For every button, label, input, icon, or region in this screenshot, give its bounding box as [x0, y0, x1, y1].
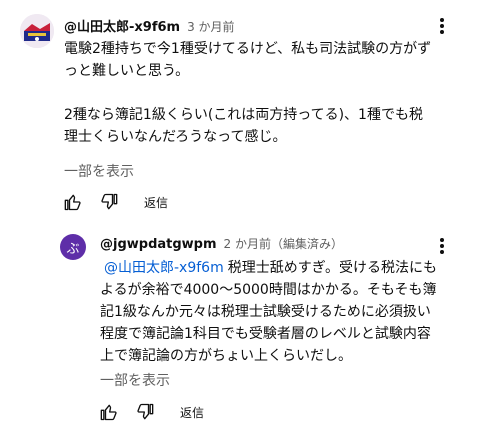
comment-line: 程度で簿記論1科目でも受験者層のレベルと試験内容 [100, 326, 431, 342]
comment-line: 理士くらいなんだろうなって感じ。 [64, 129, 287, 145]
comment-line: 電験2種持ちで今1種受けてるけど、私も司法試験の方がず [64, 41, 432, 57]
show-more-button[interactable]: 一部を表示 [64, 161, 134, 181]
more-vert-icon[interactable] [432, 234, 452, 258]
comment-author[interactable]: @山田太郎-x9f6m [64, 16, 180, 35]
more-vert-icon[interactable] [432, 14, 452, 38]
reply-button[interactable]: 返信 [180, 404, 204, 421]
comment-header: @山田太郎-x9f6m 3 か月前 [64, 16, 235, 35]
comment-line: よるが余裕で4000〜5000時間はかかる。そもそも簿 [100, 282, 437, 298]
thumb-up-icon[interactable] [98, 402, 118, 422]
reply-button[interactable]: 返信 [144, 194, 168, 211]
thumb-down-icon[interactable] [100, 192, 120, 212]
show-more-button[interactable]: 一部を表示 [100, 370, 170, 390]
comment-time[interactable]: 3 か月前 [187, 18, 234, 35]
comment-time[interactable]: 2 か月前（編集済み） [224, 235, 343, 252]
avatar[interactable]: ぶ [60, 234, 86, 260]
comment-line: 上で簿記論の方がちょい上くらいだし。 [100, 348, 352, 364]
avatar[interactable] [20, 14, 54, 48]
comment-line: 記1級なんか元々は税理士試験受けるために必須扱い [100, 304, 431, 320]
thumb-up-icon[interactable] [62, 192, 82, 212]
comment-actions: 返信 [98, 402, 204, 422]
comment-header: @jgwpdatgwpm 2 か月前（編集済み） [100, 235, 343, 252]
comment-text: @山田太郎-x9f6m 税理士舐めすぎ。受ける税法にも よるが余裕で4000〜50… [100, 257, 470, 367]
comment-line-text: 税理士舐めすぎ。受ける税法にも [227, 260, 438, 276]
thumb-down-icon[interactable] [136, 402, 156, 422]
comment-author[interactable]: @jgwpdatgwpm [100, 237, 217, 252]
mention-link[interactable]: @山田太郎-x9f6m [104, 260, 224, 276]
comment-line: っと難しいと思う。 [64, 63, 190, 79]
comment-actions: 返信 [62, 192, 168, 212]
comment-thread-item: @山田太郎-x9f6m 3 か月前 電験2種持ちで今1種受けてるけど、私も司法試… [0, 0, 500, 232]
reply-thread-item: ぶ @jgwpdatgwpm 2 か月前（編集済み） @山田太郎-x9f6m 税理… [0, 232, 500, 438]
comment-line: @山田太郎-x9f6m 税理士舐めすぎ。受ける税法にも [100, 257, 470, 279]
comment-line: 2種なら簿記1級くらい(これは両方持ってる)、1種でも税 [64, 107, 423, 123]
comment-text: 電験2種持ちで今1種受けてるけど、私も司法試験の方がず っと難しいと思う。 2種… [64, 38, 464, 148]
